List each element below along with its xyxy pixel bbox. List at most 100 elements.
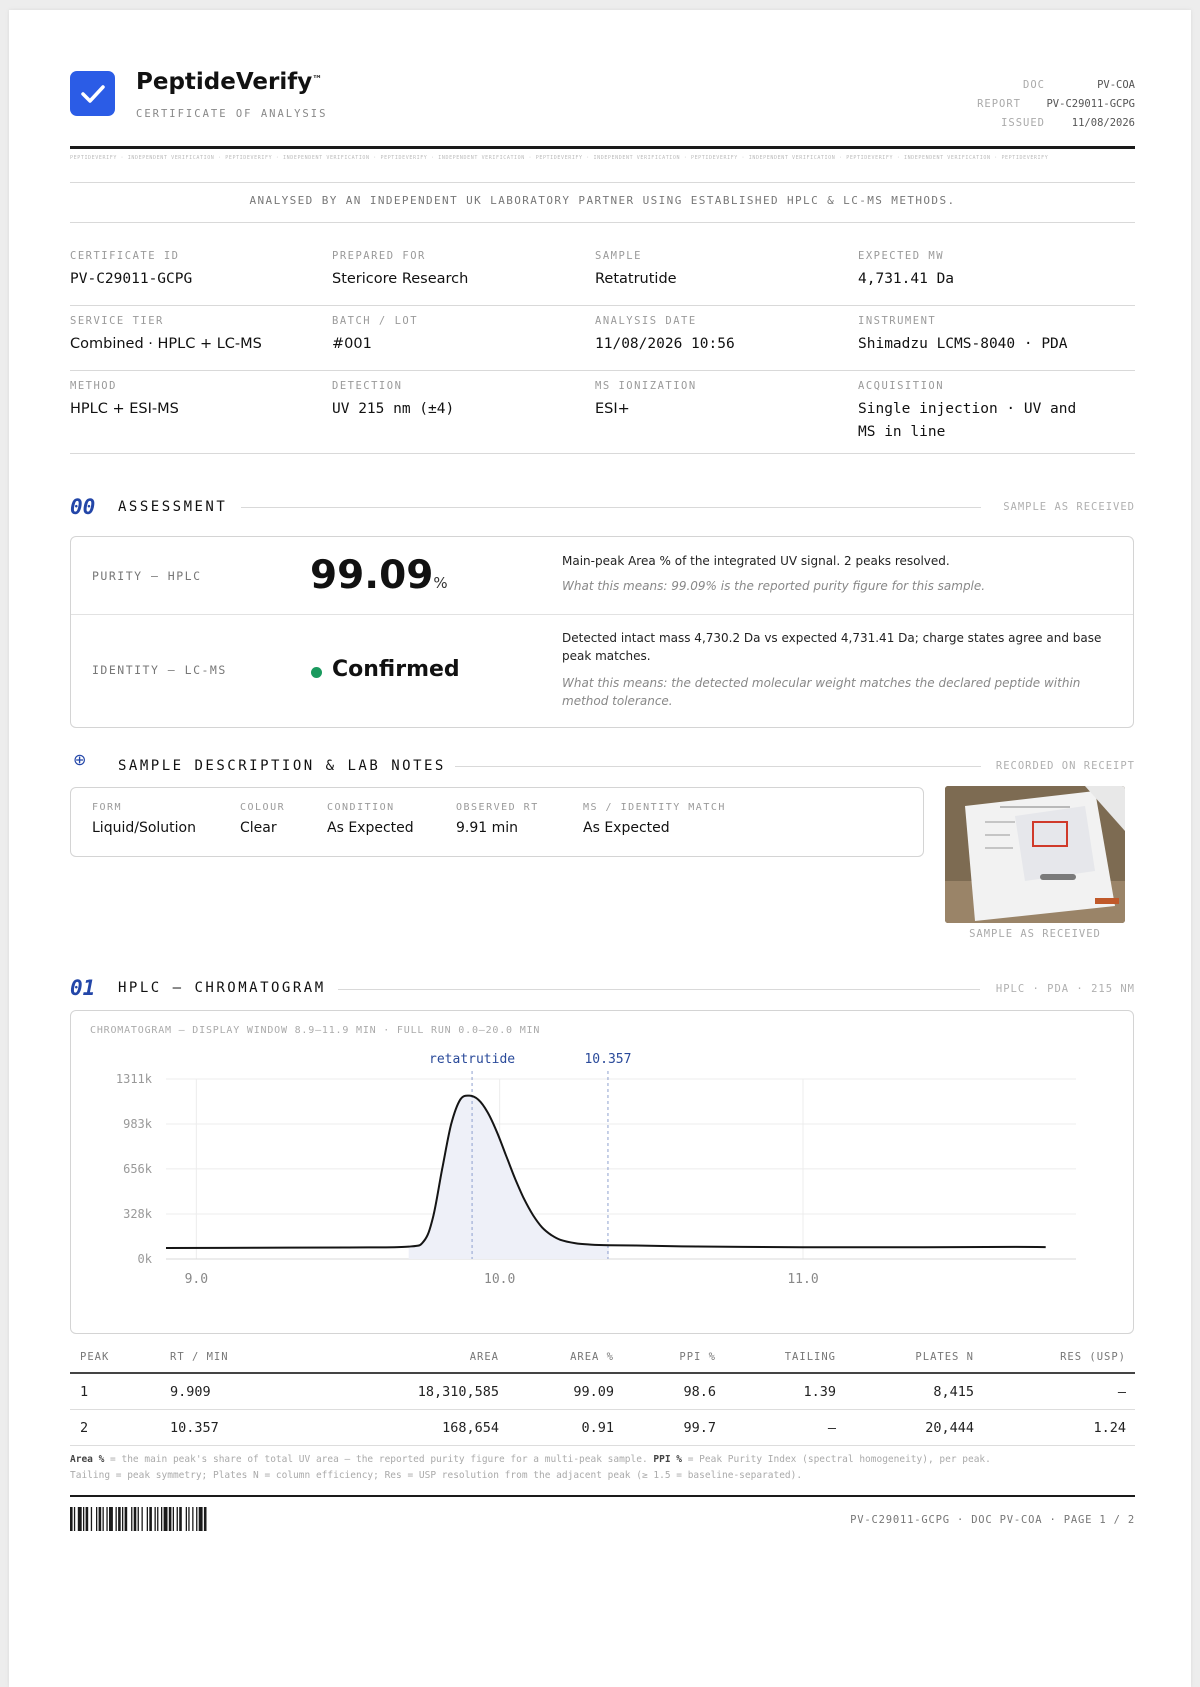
cell: 9.909 [170,1383,211,1400]
cell: 1.24 [1093,1419,1126,1436]
expected-mw-label: EXPECTED MW [858,250,945,262]
cell: 168,654 [442,1419,499,1436]
prepared-for-value: Stericore Research [332,271,469,287]
hplc-title: HPLC — CHROMATOGRAM [118,980,326,996]
purity-value: 99.09% [310,553,448,598]
acquisition-value-line1: Single injection · UV and [858,401,1077,417]
th-peak: PEAK [80,1351,110,1363]
cell: – [1117,1383,1126,1400]
cell: 18,310,585 [417,1383,499,1400]
barcode-bar [98,1507,102,1531]
observed-rt-label: OBSERVED RT [456,802,539,813]
condition-label: CONDITION [327,802,395,813]
sample-photo-caption: SAMPLE AS RECEIVED [969,928,1101,940]
sample-label: SAMPLE [595,250,642,262]
analysis-date-value: 11/08/2026 10:56 [595,336,735,352]
identity-desc-line1: Detected intact mass 4,730.2 Da vs expec… [562,631,1102,645]
y-tick-label: 0k [138,1252,153,1266]
barcode-bar [196,1507,198,1531]
lab-banner: ANALYSED BY AN INDEPENDENT UK LABORATORY… [249,194,956,207]
barcode-bar [83,1507,85,1531]
cell: 99.7 [683,1419,716,1436]
chromatogram-card: CHROMATOGRAM — DISPLAY WINDOW 8.9–11.9 M… [70,1010,1134,1334]
expected-mw-value: 4,731.41 Da [858,271,955,287]
cell: 1 [80,1383,89,1400]
certificate-id-label: CERTIFICATE ID [70,250,180,262]
table-footnote-line2: Tailing = peak symmetry; Plates N = colu… [70,1470,803,1481]
instrument-label: INSTRUMENT [858,315,937,327]
assessment-card: PURITY — HPLC 99.09% Main-peak Area % of… [70,536,1134,728]
meta-report-value: PV-C29011-GCPG [1046,98,1135,110]
purity-meaning: What this means: 99.09% is the reported … [562,579,986,593]
meta-doc-label: DOC [1023,79,1045,91]
barcode-bar [102,1507,104,1531]
th-area: AREA [469,1351,499,1363]
y-tick-label: 328k [123,1207,153,1221]
identity-desc-line2: peak matches. [562,649,651,663]
condition-value: As Expected [327,820,414,836]
barcode-bar [163,1507,168,1531]
ms-ionization-label: MS IONIZATION [595,380,697,392]
ms-identity-match-value: As Expected [583,820,670,836]
prepared-for-label: PREPARED FOR [332,250,426,262]
y-tick-label: 656k [123,1162,153,1176]
barcode-bar [154,1507,156,1531]
ms-ionization-value: ESI+ [595,401,630,417]
barcode-bar [106,1507,108,1531]
identity-meaning-line1: What this means: the detected molecular … [562,676,1081,690]
y-tick-label: 1311k [116,1072,153,1086]
hplc-tag: HPLC · PDA · 215 NM [995,983,1135,995]
chromatogram-chart: 0k 328k 656k 983k 1311k 9.0 10.0 11.0 retatrutid… [116,1052,1076,1287]
table-footnote-line1: Area % = the main peak's share of total … [70,1454,991,1465]
detection-value: UV 215 nm (±4) [332,401,455,417]
table-row: 1 9.909 18,310,585 99.09 98.6 1.39 8,415… [70,1374,1135,1409]
barcode-bar [157,1507,159,1531]
th-tailing: TAILING [784,1351,836,1363]
cell: 8,415 [933,1383,974,1400]
peak-label: retatrutide [429,1052,515,1067]
barcode-bar [188,1507,190,1531]
th-res: RES (USP) [1060,1351,1126,1363]
barcode-bar [146,1507,148,1531]
batch-lot-label: BATCH / LOT [332,315,419,327]
brand-name: PeptideVerify™ [136,69,323,95]
table-row: 2 10.357 168,654 0.91 99.7 – 20,444 1.24 [70,1410,1135,1445]
barcode-bar [124,1507,128,1531]
th-ppi: PPI % [679,1351,716,1363]
colour-value: Clear [240,820,277,836]
footer-text: PV-C29011-GCPG · DOC PV-COA · PAGE 1 / 2 [850,1514,1135,1526]
barcode-bar [192,1507,194,1531]
method-label: METHOD [70,380,117,392]
assessment-tag: SAMPLE AS RECEIVED [1003,501,1135,513]
cell: 0.91 [581,1419,614,1436]
footer-rule [70,1495,1135,1497]
ms-identity-match-label: MS / IDENTITY MATCH [583,802,726,813]
cell: 2 [80,1419,89,1436]
meta-issued-value: 11/08/2026 [1071,117,1135,129]
barcode-bar [115,1507,117,1531]
sample-value: Retatrutide [595,271,677,287]
sample-fields-card: FORM Liquid/Solution COLOUR Clear CONDIT… [70,787,924,857]
barcode-bar [137,1507,139,1531]
cell: 1.39 [803,1383,836,1400]
service-tier-value: Combined · HPLC + LC-MS [70,336,262,352]
assessment-number: 00 [70,495,96,519]
barcode-bar [109,1507,113,1531]
meta-doc-value: PV-COA [1097,79,1135,91]
barcode-bar [133,1507,137,1531]
hplc-number: 01 [70,976,96,1000]
barcode-bar [179,1507,182,1531]
y-tick-label: 983k [123,1117,153,1131]
certificate-page: PeptideVerify™ CERTIFICATE OF ANALYSIS D… [9,10,1191,1687]
assessment-title: ASSESSMENT [118,499,228,515]
identity-value: Confirmed [332,657,460,682]
barcode-bar [96,1507,98,1531]
barcode-bar [90,1507,93,1531]
barcode-bar [131,1507,133,1531]
barcode-bar [185,1507,187,1531]
cell: 20,444 [925,1419,974,1436]
barcode-bar [161,1507,163,1531]
th-plates: PLATES N [915,1351,974,1363]
sample-photo[interactable] [945,786,1125,923]
barcode-bar [198,1507,203,1531]
